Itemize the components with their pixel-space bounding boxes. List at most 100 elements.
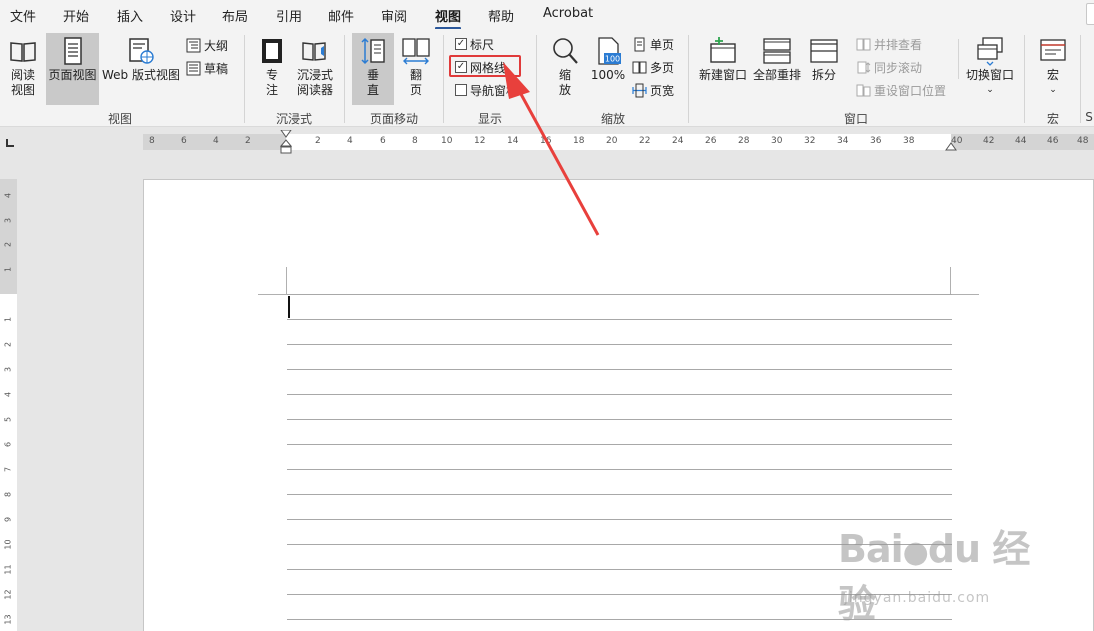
ruler-number: 38 <box>903 136 915 146</box>
one-page-label: 单页 <box>650 37 675 52</box>
gridline <box>287 444 952 445</box>
reset-window-position-button[interactable]: 重设窗口位置 <box>856 80 946 100</box>
immersive-reader-icon <box>302 42 326 61</box>
macros-group-label: 宏 <box>1046 112 1059 126</box>
tab-view[interactable]: 视图 <box>435 6 462 30</box>
ruler-number: 34 <box>837 136 849 146</box>
vertical-ruler[interactable]: 4 3 2 1 1 2 3 4 5 6 7 8 9 10 11 12 13 <box>0 179 17 631</box>
ruler-number: 13 <box>3 614 13 625</box>
side-to-side-label: 翻 页 <box>409 68 422 97</box>
inner-separator <box>958 39 959 79</box>
sync-scroll-icon <box>857 61 871 73</box>
view-side-by-side-button[interactable]: 并排查看 <box>856 34 922 54</box>
side-to-side-button[interactable]: 翻 页 <box>398 33 434 105</box>
sync-scroll-label: 同步滚动 <box>874 60 923 75</box>
menu-bar: 文件 开始 插入 设计 布局 引用 邮件 审阅 视图 帮助 Acrobat <box>0 0 1094 30</box>
tab-home[interactable]: 开始 <box>63 6 89 25</box>
indent-marker-icon[interactable] <box>280 130 292 154</box>
ruler-check-icon[interactable] <box>455 38 467 50</box>
ruler-number: 42 <box>983 136 995 146</box>
gridline <box>287 494 952 495</box>
focus-button[interactable]: 专 注 <box>254 33 290 105</box>
side-by-side-icon <box>856 38 871 50</box>
tab-stop-selector[interactable] <box>0 134 22 152</box>
ruler-number: 6 <box>380 136 386 146</box>
arrange-all-button[interactable]: 全部重排 <box>750 33 804 105</box>
macros-icon <box>1040 39 1066 61</box>
macros-button[interactable]: 宏 ⌄ <box>1034 33 1072 105</box>
margin-corner-mark <box>258 294 287 295</box>
ruler-number: 2 <box>3 241 13 248</box>
side-to-side-icon <box>402 38 430 65</box>
gridline <box>287 419 952 420</box>
split-button[interactable]: 拆分 <box>806 33 842 105</box>
new-window-button[interactable]: 新建窗口 <box>696 33 750 105</box>
sync-scroll-button[interactable]: 同步滚动 <box>856 57 922 77</box>
ruler-number: 14 <box>507 136 519 146</box>
ruler-number: 4 <box>213 136 219 146</box>
page-icon <box>63 37 82 65</box>
group-separator <box>1080 35 1081 123</box>
vertical-button[interactable]: 垂 直 <box>352 33 394 105</box>
gridline <box>287 369 952 370</box>
ruler-number: 12 <box>3 589 13 600</box>
magnifier-icon <box>553 38 578 64</box>
print-layout-button[interactable]: 页面视图 <box>46 33 99 105</box>
tab-layout[interactable]: 布局 <box>222 6 248 25</box>
gridline <box>287 344 952 345</box>
right-indent-marker-icon[interactable] <box>945 142 957 151</box>
paw-icon: ● <box>902 535 929 570</box>
ruler-number: 11 <box>3 564 13 575</box>
ruler-number: 10 <box>3 539 13 550</box>
web-layout-button[interactable]: Web 版式视图 <box>101 33 181 105</box>
zoom-100-button[interactable]: 100 100% <box>589 33 627 105</box>
hundred-percent-icon: 100 <box>598 37 621 65</box>
immersive-group-label: 沉浸式 <box>275 112 312 126</box>
draft-button[interactable]: 草稿 <box>186 58 228 78</box>
tab-help[interactable]: 帮助 <box>488 6 514 25</box>
tab-review[interactable]: 审阅 <box>381 6 407 25</box>
tab-references[interactable]: 引用 <box>276 6 302 25</box>
navigation-pane-label: 导航窗格 <box>470 83 519 98</box>
switch-windows-button[interactable]: 切换窗口 ⌄ <box>962 33 1018 105</box>
read-mode-button[interactable]: 阅读 视图 <box>3 33 43 105</box>
page-width-button[interactable]: 页宽 <box>632 80 674 100</box>
ruler-number: 1 <box>3 266 13 273</box>
ruler-number: 12 <box>474 136 486 146</box>
reset-position-icon <box>856 84 871 96</box>
immersive-reader-button[interactable]: 沉浸式 阅读器 <box>294 33 336 105</box>
zoom-button[interactable]: 缩 放 <box>545 33 585 105</box>
tab-insert[interactable]: 插入 <box>117 6 143 25</box>
chevron-down-icon: ⌄ <box>986 85 994 95</box>
group-separator <box>1024 35 1025 123</box>
gridline <box>287 294 952 295</box>
navigation-check-icon[interactable] <box>455 84 467 96</box>
page-width-label: 页宽 <box>650 83 675 98</box>
one-page-button[interactable]: 单页 <box>632 34 674 54</box>
page-width-icon <box>632 83 647 97</box>
read-mode-label: 阅读 视图 <box>10 68 35 97</box>
outline-button[interactable]: 大纲 <box>186 35 228 55</box>
page-movement-group-label: 页面移动 <box>369 112 418 126</box>
multiple-pages-label: 多页 <box>650 60 675 75</box>
web-page-icon <box>129 38 154 64</box>
ruler-number: 8 <box>412 136 418 146</box>
tab-file[interactable]: 文件 <box>10 6 36 25</box>
group-separator <box>443 35 444 123</box>
group-separator <box>344 35 345 123</box>
multiple-pages-button[interactable]: 多页 <box>632 57 674 77</box>
search-box[interactable] <box>1086 3 1094 25</box>
tab-mailings[interactable]: 邮件 <box>328 6 354 25</box>
arrange-all-icon <box>763 38 791 64</box>
baidu-watermark: Bai●du 经验 jingyan.baidu.com <box>838 518 1038 626</box>
tab-acrobat[interactable]: Acrobat <box>543 6 593 21</box>
navigation-pane-checkbox[interactable]: 导航窗格 <box>455 80 518 100</box>
gridline <box>287 394 952 395</box>
ruler-number: 5 <box>3 416 13 423</box>
ruler-number: 32 <box>804 136 816 146</box>
book-icon <box>10 42 36 62</box>
horizontal-ruler[interactable]: 8 6 4 2 2 4 6 8 10 12 14 16 18 20 22 24 … <box>143 130 1094 154</box>
watermark-brand: Bai●du 经验 <box>838 527 1030 626</box>
tab-design[interactable]: 设计 <box>170 6 196 25</box>
ruler-checkbox[interactable]: 标尺 <box>455 34 494 54</box>
